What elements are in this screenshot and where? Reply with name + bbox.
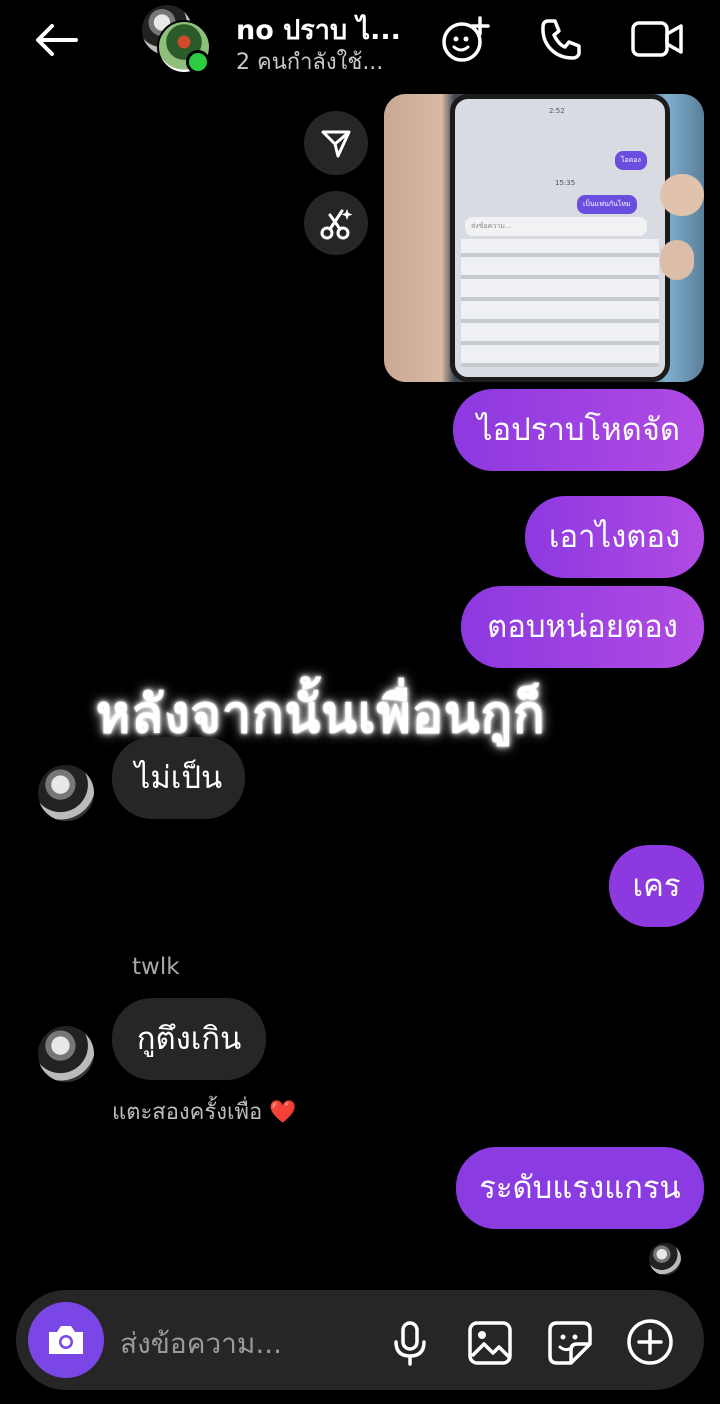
ai-edit-button[interactable] — [304, 191, 368, 255]
add-emoji-icon[interactable] — [438, 12, 492, 66]
send-icon — [321, 130, 351, 158]
hand-thumb — [660, 174, 704, 216]
message-bubble-outgoing[interactable]: เอาไงตอง — [525, 496, 704, 578]
screen-keyboard — [461, 239, 659, 367]
chat-subtitle: 2 คนกำลังใช้... — [236, 50, 384, 75]
sender-name: twlk — [132, 954, 180, 980]
online-status-dot — [186, 50, 210, 74]
screen-time-2: 15:35 — [555, 179, 576, 187]
message-bubble-incoming[interactable]: ไม่เป็น — [112, 737, 245, 819]
microphone-icon[interactable] — [388, 1318, 432, 1368]
plus-icon[interactable] — [624, 1316, 676, 1368]
camera-button[interactable] — [28, 1302, 104, 1378]
message-bubble-outgoing[interactable]: ระดับแรงแกรน — [456, 1147, 704, 1229]
message-bubble-outgoing[interactable]: ไอปราบโหดจัด — [453, 389, 704, 471]
message-bubble-incoming[interactable]: กูตึงเกิน — [112, 998, 266, 1080]
back-arrow-icon[interactable] — [28, 18, 84, 62]
screen-bubble-1: ไอตอง — [615, 151, 647, 170]
screen-time: 2:52 — [549, 107, 565, 115]
photo-message[interactable]: 2:52 ไอตอง 15:35 เป็นแฟนกันไหม ส่งข้อควา… — [384, 94, 704, 382]
message-input[interactable]: ส่งข้อความ... — [120, 1322, 282, 1366]
phone-icon[interactable] — [534, 12, 588, 66]
ai-cut-icon — [320, 209, 353, 240]
screen-bubble-2: เป็นแฟนกันไหม — [577, 195, 637, 214]
sender-avatar[interactable] — [36, 763, 96, 823]
phone-screen: 2:52 ไอตอง 15:35 เป็นแฟนกันไหม ส่งข้อควา… — [450, 94, 670, 382]
double-tap-hint: แตะสองครั้งเพื่อ ❤️ — [112, 1100, 297, 1125]
sender-avatar[interactable] — [36, 1024, 96, 1084]
video-camera-icon[interactable] — [628, 14, 686, 64]
camera-icon — [49, 1326, 83, 1354]
message-bubble-outgoing[interactable]: เคร — [609, 845, 704, 927]
hand-finger — [660, 240, 694, 280]
screen-input: ส่งข้อความ... — [465, 217, 647, 236]
gallery-icon[interactable] — [466, 1318, 514, 1368]
seen-avatar — [647, 1241, 683, 1277]
sticker-icon[interactable] — [546, 1318, 594, 1368]
message-bubble-outgoing[interactable]: ตอบหน่อยตอง — [461, 586, 704, 668]
share-button[interactable] — [304, 111, 368, 175]
